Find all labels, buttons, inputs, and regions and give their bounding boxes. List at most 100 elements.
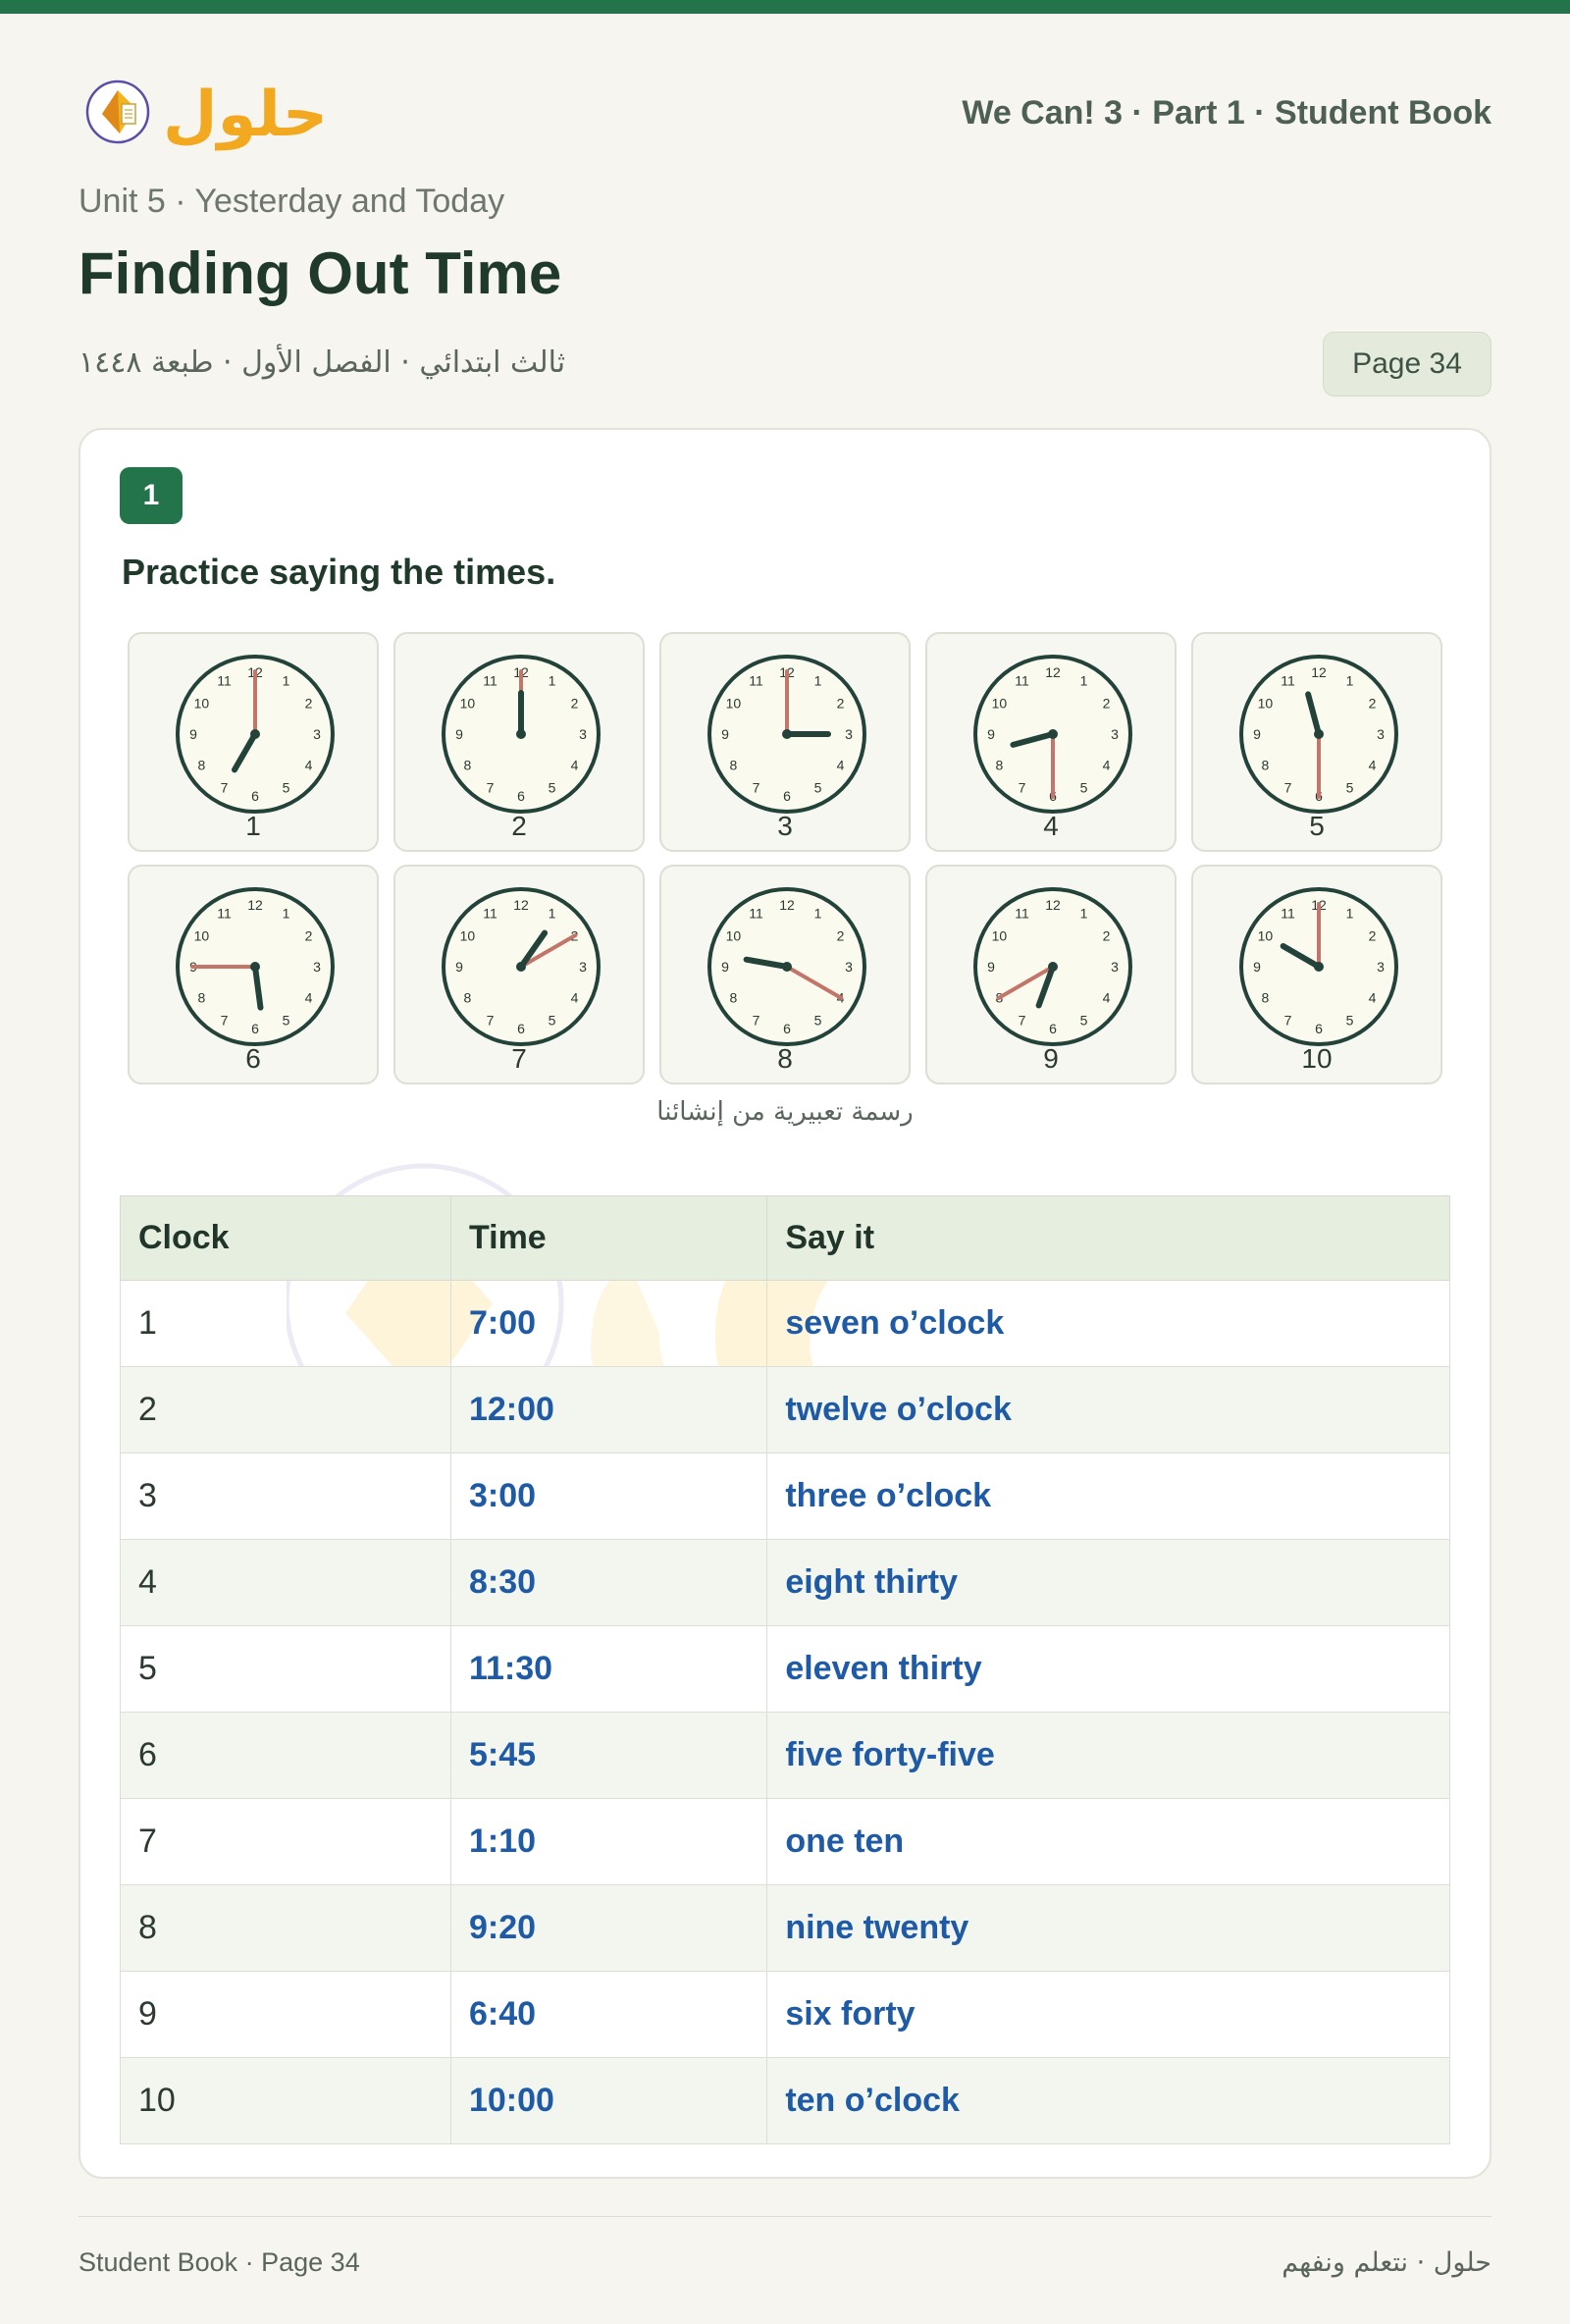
clock-numeral: 5 — [1346, 1013, 1354, 1029]
clock-center — [1314, 962, 1324, 972]
clock-numeral: 4 — [305, 990, 313, 1006]
cell-time: 10:00 — [449, 2057, 768, 2144]
clock-card: 1212345678910114 — [925, 632, 1177, 852]
clock-numeral: 8 — [996, 758, 1004, 773]
clock-numeral: 12 — [513, 897, 529, 913]
clock-numeral: 7 — [753, 780, 760, 796]
table-row: 7 1:10 one ten — [120, 1798, 1450, 1885]
analog-clock: 121234567891011 — [973, 655, 1132, 814]
clock-numeral: 1 — [1346, 905, 1354, 921]
clock-numeral: 1 — [549, 905, 556, 921]
clock-numeral: 10 — [726, 696, 742, 712]
cell-say-it: twelve o’clock — [766, 1366, 1450, 1453]
clock-numeral: 7 — [487, 780, 495, 796]
table-row: 2 12:00 twelve o’clock — [120, 1366, 1450, 1453]
clock-numeral: 10 — [1258, 928, 1274, 944]
clock-numeral: 2 — [571, 696, 579, 712]
table-header-row: Clock Time Say it — [120, 1195, 1450, 1281]
clock-numeral: 7 — [221, 780, 229, 796]
clock-numeral: 7 — [487, 1013, 495, 1029]
cell-clock-number: 10 — [120, 2057, 451, 2144]
table-row: 9 6:40 six forty — [120, 1971, 1450, 2058]
cell-time: 9:20 — [449, 1884, 768, 1972]
clock-numeral: 9 — [455, 959, 463, 975]
clock-numeral: 8 — [464, 990, 472, 1006]
footer-divider — [78, 2216, 1492, 2217]
analog-clock: 121234567891011 — [1239, 887, 1398, 1046]
clock-numeral: 11 — [217, 905, 232, 921]
clock-numeral: 10 — [460, 928, 476, 944]
clock-numeral: 5 — [1080, 780, 1088, 796]
cell-say-it: six forty — [766, 1971, 1450, 2058]
clock-numeral: 7 — [1019, 780, 1026, 796]
clock-numeral: 8 — [464, 758, 472, 773]
clock-numeral: 8 — [1262, 990, 1270, 1006]
page-number-badge: Page 34 — [1323, 332, 1492, 396]
clock-numeral: 5 — [814, 1013, 822, 1029]
clock-numeral: 10 — [1258, 696, 1274, 712]
clock-numeral: 4 — [305, 758, 313, 773]
clock-numeral: 4 — [837, 758, 845, 773]
clock-numeral: 1 — [283, 672, 290, 688]
clock-numeral: 9 — [987, 959, 995, 975]
clock-numeral: 6 — [251, 1021, 259, 1036]
clock-numeral: 8 — [1262, 758, 1270, 773]
clock-numeral: 9 — [1253, 959, 1261, 975]
clock-center — [516, 962, 526, 972]
table-row: 5 11:30 eleven thirty — [120, 1625, 1450, 1713]
analog-clock: 121234567891011 — [973, 887, 1132, 1046]
clock-numeral: 4 — [1103, 758, 1111, 773]
exercise-card: 1 Practice saying the times. 12123456789… — [78, 428, 1492, 2179]
clock-number-label: 10 — [1301, 1043, 1333, 1074]
clock-number-label: 5 — [1309, 811, 1325, 841]
cell-say-it: three o’clock — [766, 1452, 1450, 1540]
cell-time: 5:45 — [449, 1712, 768, 1799]
clock-numeral: 2 — [1369, 928, 1377, 944]
clock-center — [250, 729, 260, 739]
clock-card: 1212345678910119 — [925, 865, 1177, 1084]
clock-numeral: 3 — [579, 726, 587, 742]
column-header-time: Time — [449, 1195, 768, 1281]
clock-numeral: 8 — [198, 990, 206, 1006]
clock-numeral: 2 — [305, 696, 313, 712]
cell-time: 8:30 — [449, 1539, 768, 1626]
clock-numeral: 8 — [730, 758, 738, 773]
clock-card: 1212345678910112 — [393, 632, 645, 852]
analog-clock: 121234567891011 — [176, 887, 335, 1046]
clock-numeral: 11 — [1281, 905, 1295, 921]
clock-numeral: 1 — [283, 905, 290, 921]
clock-numeral: 10 — [194, 928, 210, 944]
clock-numeral: 11 — [1281, 672, 1295, 688]
clock-numeral: 7 — [753, 1013, 760, 1029]
clock-numeral: 6 — [783, 788, 791, 804]
clock-numeral: 5 — [814, 780, 822, 796]
clock-numeral: 5 — [283, 1013, 290, 1029]
clock-number-label: 1 — [245, 811, 261, 841]
page-header: حلول We Can! 3 · Part 1 · Student Book — [78, 61, 1492, 169]
clock-numeral: 3 — [313, 726, 321, 742]
analog-clock: 121234567891011 — [176, 655, 335, 814]
clock-card: 1212345678910113 — [659, 632, 911, 852]
table-row: 6 5:45 five forty-five — [120, 1712, 1450, 1799]
top-accent-bar — [0, 0, 1570, 14]
clock-numeral: 1 — [1346, 672, 1354, 688]
clock-numeral: 2 — [305, 928, 313, 944]
clock-numeral: 11 — [483, 905, 497, 921]
clock-numeral: 2 — [837, 928, 845, 944]
table-row: 8 9:20 nine twenty — [120, 1884, 1450, 1972]
analog-clock: 121234567891011 — [442, 655, 601, 814]
clock-numeral: 6 — [1049, 1021, 1057, 1036]
clock-numeral: 6 — [1315, 1021, 1323, 1036]
clock-card: 1212345678910116 — [128, 865, 379, 1084]
clock-numeral: 10 — [460, 696, 476, 712]
clock-numeral: 1 — [1080, 905, 1088, 921]
clock-numeral: 7 — [1284, 1013, 1292, 1029]
clock-number-label: 8 — [777, 1043, 793, 1074]
unit-subtitle: Unit 5 · Yesterday and Today — [78, 183, 505, 220]
clock-number-label: 9 — [1043, 1043, 1059, 1074]
clock-numeral: 9 — [455, 726, 463, 742]
cell-time: 6:40 — [449, 1971, 768, 2058]
book-title: We Can! 3 · Part 1 · Student Book — [962, 94, 1492, 132]
clock-numeral: 12 — [1311, 664, 1327, 680]
analog-clock: 121234567891011 — [442, 887, 601, 1046]
